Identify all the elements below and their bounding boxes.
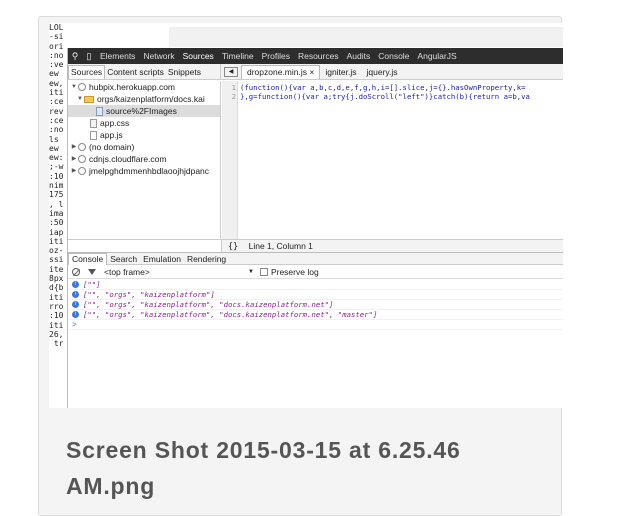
editor-status-bar: {} Line 1, Column 1 — [222, 239, 563, 252]
drawer-tab-emulation[interactable]: Emulation — [140, 254, 184, 264]
tree-item[interactable]: ▼ orgs/kaizenplatform/docs.kai — [68, 93, 220, 105]
globe-icon — [78, 83, 86, 91]
tab-timeline[interactable]: Timeline — [218, 51, 258, 61]
line-number: 1 — [231, 83, 236, 92]
tree-item-label: app.js — [100, 130, 123, 140]
tree-item[interactable]: source%2FImages — [68, 105, 220, 117]
tree-item-label: jmelpghdmmenhbdlaoojhjdpanc — [89, 166, 210, 176]
js-file-icon — [90, 130, 97, 140]
code-line: 1 (function(){var a,b,c,d,e,f,g,h,i=[].sl… — [222, 83, 526, 92]
drawer-tab-rendering[interactable]: Rendering — [184, 254, 229, 264]
navigator-tab[interactable]: Content scripts — [105, 67, 166, 77]
attachment-filename[interactable]: Screen Shot 2015-03-15 at 6.25.46 AM.png — [66, 432, 546, 504]
background-code-line: LOL — [49, 23, 64, 32]
console-output: i [""] i ["", "orgs", "kaizenplatform"] i [""… — [68, 280, 563, 330]
drawer-tabs: Console Search Emulation Rendering — [68, 252, 563, 265]
preserve-log-checkbox[interactable] — [259, 267, 268, 276]
file-tabs: dropzone.min.js × igniter.js jquery.js — [241, 64, 403, 79]
navigator-status — [68, 239, 222, 252]
code-text: },g=function(){var a;try{j.doScroll("lef… — [240, 92, 530, 101]
line-number: 2 — [231, 92, 236, 101]
device-icon[interactable]: ▯ — [82, 48, 96, 64]
screenshot-thumbnail[interactable]: LOL -si ori:no:ve ew ew, iti:ce rev:ce:no ls ew e… — [49, 23, 563, 408]
browser-topbar — [71, 23, 563, 47]
console-value: ["", "orgs", "kaizenplatform"] — [83, 289, 215, 299]
tree-item[interactable]: ▶ jmelpghdmmenhbdlaoojhjdpanc — [68, 165, 220, 177]
code-editor[interactable]: 1 (function(){var a,b,c,d,e,f,g,h,i=[].sl… — [222, 81, 563, 239]
info-icon: i — [72, 291, 79, 298]
globe-icon — [78, 155, 86, 163]
tab-network[interactable]: Network — [139, 51, 178, 61]
tab-resources[interactable]: Resources — [294, 51, 343, 61]
navigator-tab[interactable]: Snippets — [166, 67, 203, 77]
devtools-panel: ⚲ ▯ Elements Network Sources Timeline Profil… — [67, 48, 563, 408]
expanded-arrow-icon[interactable]: ▼ — [70, 81, 78, 93]
devtools-main-tabs: ⚲ ▯ Elements Network Sources Timeline Profil… — [68, 48, 563, 64]
globe-icon — [78, 143, 86, 151]
tree-item-label: (no domain) — [89, 142, 135, 152]
tree-item-label: source%2FImages — [106, 106, 177, 116]
console-entry: i ["", "orgs", "kaizenplatform"] — [68, 290, 563, 300]
navigator-tab[interactable]: Sources — [68, 64, 106, 79]
tab-angularjs[interactable]: AngularJS — [413, 51, 460, 61]
collapsed-arrow-icon[interactable]: ▶ — [70, 141, 78, 153]
info-icon: i — [72, 301, 79, 308]
console-entry: i ["", "orgs", "kaizenplatform", "docs.ka… — [68, 300, 563, 310]
preserve-log-label: Preserve log — [270, 266, 319, 277]
attachment-card[interactable]: LOL -si ori:no:ve ew ew, iti:ce rev:ce:no ls ew e… — [38, 16, 563, 516]
folder-icon — [84, 95, 94, 103]
console-prompt[interactable]: > — [72, 320, 77, 330]
drawer-tab-console[interactable]: Console — [68, 252, 108, 265]
tree-item-label: app.css — [100, 118, 130, 128]
collapsed-arrow-icon[interactable]: ▶ — [70, 153, 78, 165]
toggle-navigator-icon[interactable]: ◀ — [224, 66, 238, 77]
tree-item[interactable]: app.js — [68, 129, 220, 141]
tree-item-label: cdnjs.cloudflare.com — [89, 154, 167, 164]
navigator-tabs: Sources Content scripts Snippets — [68, 63, 221, 80]
tree-item-label: orgs/kaizenplatform/docs.kai — [97, 94, 205, 104]
code-line: 2 },g=function(){var a;try{j.doScroll("le… — [222, 92, 530, 101]
background-code-line: -si — [49, 32, 64, 42]
console-toolbar: <top frame> ▼ Preserve log — [68, 265, 563, 279]
expanded-arrow-icon[interactable]: ▼ — [76, 93, 84, 105]
filter-icon[interactable] — [88, 268, 96, 275]
tree-item-label: hubpix.herokuapp.com — [89, 82, 176, 92]
drawer-tab-search[interactable]: Search — [107, 254, 140, 264]
console-entry: i [""] — [68, 280, 563, 290]
tab-console[interactable]: Console — [374, 51, 413, 61]
image-file-icon — [96, 106, 103, 116]
console-value: ["", "orgs", "kaizenplatform", "docs.kai… — [83, 299, 334, 309]
console-value: [""] — [83, 279, 101, 289]
info-icon: i — [72, 311, 79, 318]
tree-item[interactable]: ▼ hubpix.herokuapp.com — [68, 81, 220, 93]
console-value: ["", "orgs", "kaizenplatform", "docs.kai… — [83, 309, 378, 319]
tab-elements[interactable]: Elements — [96, 51, 139, 61]
frame-selector[interactable]: <top frame> — [104, 267, 248, 277]
console-prompt-row[interactable]: > — [68, 320, 563, 330]
tree-item[interactable]: app.css — [68, 117, 220, 129]
file-tab[interactable]: igniter.js — [320, 67, 361, 77]
tab-audits[interactable]: Audits — [343, 51, 375, 61]
pretty-print-button[interactable]: {} — [228, 242, 238, 252]
search-icon[interactable]: ⚲ — [68, 48, 82, 64]
file-tab[interactable]: dropzone.min.js × — [241, 64, 321, 79]
chevron-down-icon[interactable]: ▼ — [248, 269, 254, 275]
code-text: (function(){var a,b,c,d,e,f,g,h,i=[].sli… — [240, 83, 526, 92]
file-tree: ▼ hubpix.herokuapp.com ▼ orgs/kaizenplatfor… — [68, 81, 221, 239]
clear-console-icon[interactable] — [72, 267, 80, 276]
file-tab[interactable]: jquery.js — [362, 67, 403, 77]
tab-profiles[interactable]: Profiles — [258, 51, 294, 61]
tree-item[interactable]: ▶ cdnjs.cloudflare.com — [68, 153, 220, 165]
css-file-icon — [90, 118, 97, 128]
globe-icon — [78, 167, 86, 175]
cursor-position: Line 1, Column 1 — [248, 241, 313, 251]
console-entry: i ["", "orgs", "kaizenplatform", "docs.ka… — [68, 310, 563, 320]
collapsed-arrow-icon[interactable]: ▶ — [70, 165, 78, 177]
info-icon: i — [72, 281, 79, 288]
sources-tab-bar: Sources Content scripts Snippets ◀ dropzon… — [68, 63, 563, 80]
tab-sources[interactable]: Sources — [179, 51, 218, 61]
line-gutter — [222, 81, 238, 239]
tree-item[interactable]: ▶ (no domain) — [68, 141, 220, 153]
